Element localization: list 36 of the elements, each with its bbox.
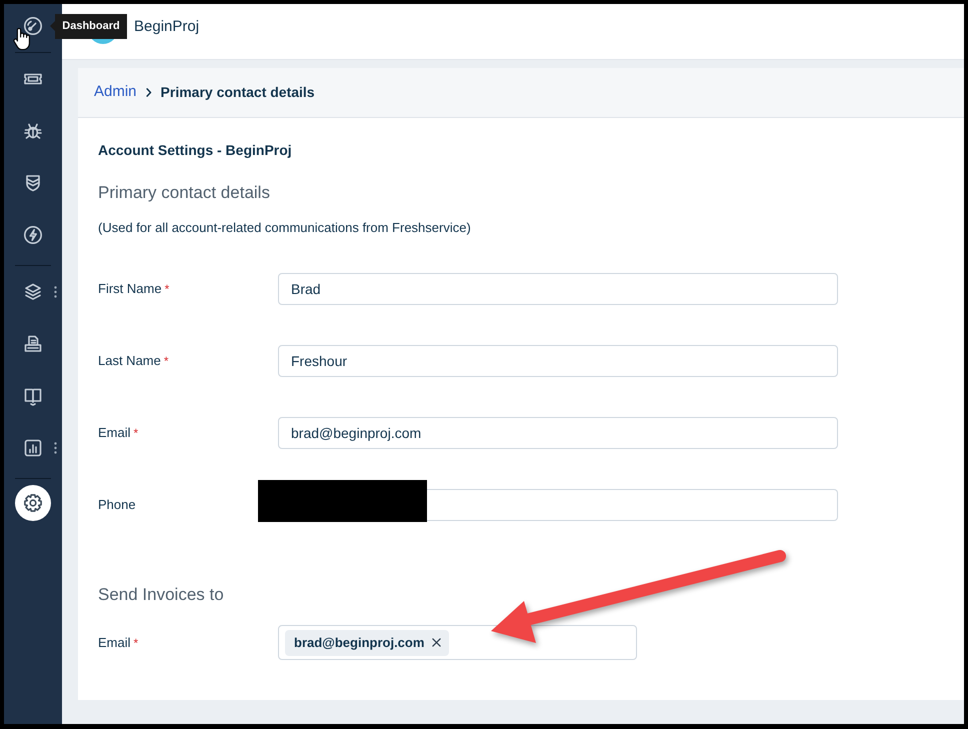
document-tray-icon[interactable]	[23, 334, 43, 354]
account-name: BeginProj	[134, 17, 200, 37]
settings-icon[interactable]	[15, 485, 51, 521]
bug-icon[interactable]	[23, 121, 43, 141]
required-mark: *	[134, 425, 138, 442]
field-label: Phone	[98, 496, 136, 514]
breadcrumb-current: Primary contact details	[160, 83, 315, 102]
text-field[interactable]: Brad	[278, 273, 838, 305]
text-field[interactable]: brad@beginproj.com	[278, 417, 838, 449]
text-field[interactable]	[427, 489, 838, 521]
field-label: Last Name	[98, 352, 161, 370]
section-note: (Used for all account-related communications from Freshservice)	[98, 219, 471, 237]
close-icon[interactable]	[432, 638, 442, 647]
field-label: Email	[98, 634, 131, 652]
field-label: First Name	[98, 280, 162, 298]
more-icon[interactable]	[54, 286, 57, 298]
hand-cursor-icon	[13, 27, 31, 51]
breadcrumb-link[interactable]: Admin	[94, 81, 137, 104]
tag-input-field[interactable]: brad@beginproj.com	[278, 625, 637, 660]
required-mark: *	[164, 353, 169, 370]
text-field[interactable]: Freshour	[278, 345, 838, 377]
bar-chart-icon[interactable]	[23, 438, 43, 458]
field-label: Email	[98, 424, 131, 442]
required-mark: *	[134, 634, 138, 652]
layers-icon[interactable]	[23, 282, 43, 302]
gauge-icon[interactable]	[23, 16, 43, 36]
book-icon[interactable]	[23, 386, 43, 406]
page-heading: Account Settings - BeginProj	[98, 141, 292, 160]
required-mark: *	[164, 281, 170, 298]
section-title: Primary contact details	[98, 182, 270, 204]
tag-text: brad@beginproj.com	[294, 634, 424, 652]
chevron-icon	[146, 88, 152, 97]
lightning-icon[interactable]	[23, 225, 43, 245]
shield-icon[interactable]	[23, 173, 43, 193]
more-icon[interactable]	[54, 442, 57, 454]
section-title: Send Invoices to	[98, 584, 224, 606]
